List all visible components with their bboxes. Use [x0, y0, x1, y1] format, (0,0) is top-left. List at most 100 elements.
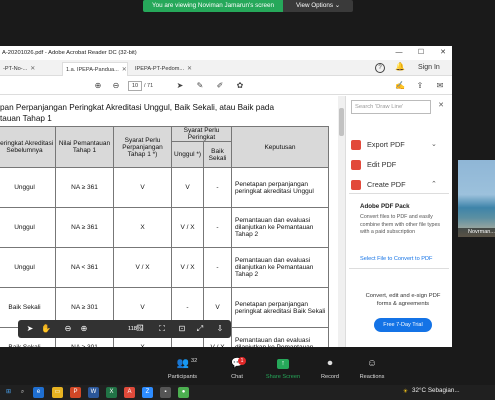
close-window-button[interactable]: ✕ — [436, 46, 450, 60]
close-pane-icon[interactable]: ✕ — [436, 101, 446, 111]
close-tab-icon[interactable]: ✕ — [187, 66, 192, 72]
cell-keputusan: Pemantauan dan evaluasi dilanjutkan ke P… — [231, 327, 329, 347]
participants-button[interactable]: 👥 Participants — [160, 352, 205, 382]
floating-toolbar: ➤ ✋ ⊖ ⊕ 118% ❐ ⛶ ⊡ ⤢ ⇩ — [18, 320, 231, 338]
table-row: Unggul NA ≥ 361 X V / X - Pemantauan dan… — [0, 207, 329, 248]
hand-icon[interactable]: ✋ — [40, 323, 52, 335]
viewing-screen-indicator: You are viewing Noviman Jamarun's screen — [143, 0, 283, 12]
cell-baik-sekali: - — [203, 247, 232, 288]
share-icon[interactable]: ⇪ — [414, 80, 426, 92]
windows-start-icon[interactable]: ⊞ — [3, 387, 14, 398]
page-fit-icon[interactable]: ❐ — [134, 323, 146, 335]
pen-icon[interactable]: ✎ — [194, 80, 206, 92]
sign-icon[interactable]: ✍ — [394, 80, 406, 92]
close-tab-icon[interactable]: ✕ — [30, 66, 35, 72]
page-total: / 71 — [144, 83, 154, 89]
document-heading-line-2: tauan Tahap 1 — [0, 114, 52, 123]
weather-icon: ☀ — [402, 389, 409, 395]
table-row: Unggul NA ≥ 361 V V - Penetapan perpanja… — [0, 167, 329, 208]
reactions-button[interactable]: ☺ Reactions — [354, 352, 390, 382]
chat-button[interactable]: 💬 Chat — [220, 352, 254, 382]
file-explorer-icon[interactable]: ▭ — [52, 387, 63, 398]
page-number-input[interactable]: 10 — [128, 81, 142, 91]
app-icon[interactable]: ▪ — [160, 387, 171, 398]
chevron-down-icon[interactable]: ⌄ — [431, 139, 437, 151]
record-button[interactable]: ⏺ Record — [313, 352, 347, 382]
sign-in-link[interactable]: Sign In — [418, 62, 440, 74]
full-screen-icon[interactable]: ⤢ — [194, 323, 206, 335]
zoom-in-icon[interactable]: ⊕ — [78, 323, 90, 335]
search-tools-input[interactable]: Search 'Draw Line' — [351, 100, 431, 114]
header-keputusan: Keputusan — [231, 126, 329, 168]
excel-icon[interactable]: X — [106, 387, 117, 398]
cell-keputusan: Penetapan perpanjangan peringkat akredit… — [231, 287, 329, 328]
email-icon[interactable]: ✉ — [434, 80, 446, 92]
close-tab-icon[interactable]: ✕ — [122, 67, 127, 73]
minimize-button[interactable]: — — [392, 46, 406, 60]
export-pdf-icon — [351, 140, 361, 150]
tool-edit-pdf[interactable]: Edit PDF — [349, 156, 449, 174]
divider — [349, 268, 449, 269]
tab-bar: -PT-No-... ✕ 1.a. IPEPA-Pandua... ✕ IPEPA-… — [0, 60, 452, 76]
edit-pdf-icon — [351, 160, 361, 170]
tool-label: Edit PDF — [367, 160, 397, 169]
participants-label: Participants — [167, 374, 198, 380]
header-unggul: Unggul *) — [171, 141, 204, 168]
scroll-down-icon[interactable]: ⊖ — [110, 80, 122, 92]
tab-document-2[interactable]: 1.a. IPEPA-Pandua... ✕ — [62, 62, 128, 76]
tools-pane: Search 'Draw Line' ✕ Export PDF ⌄ Edit P… — [345, 96, 452, 347]
weather-status[interactable]: 32°C Sebagian... — [412, 387, 460, 394]
stamp-icon[interactable]: ✿ — [234, 80, 246, 92]
cell-peringkat: Unggul — [0, 167, 56, 208]
participant-video[interactable] — [458, 160, 495, 237]
maximize-button[interactable]: ☐ — [414, 46, 428, 60]
bell-icon[interactable]: 🔔 — [395, 62, 405, 73]
cell-syarat: X — [113, 207, 172, 248]
tool-create-pdf[interactable]: Create PDF ⌃ — [349, 176, 449, 194]
document-view[interactable]: pan Perpanjangan Peringkat Akreditasi Un… — [0, 96, 345, 347]
participants-count: 32 — [191, 358, 198, 364]
edge-icon[interactable]: e — [33, 387, 44, 398]
zoom-out-icon[interactable]: ⊖ — [62, 323, 74, 335]
title-bar: A-20201026.pdf - Adobe Acrobat Reader DC… — [0, 46, 452, 60]
participants-icon: 👥 — [176, 358, 189, 369]
cell-baik-sekali: - — [203, 167, 232, 208]
cell-keputusan: Pemantauan dan evaluasi dilanjutkan ke P… — [231, 247, 329, 288]
search-icon[interactable]: ⌕ — [17, 387, 28, 398]
reactions-icon: ☺ — [366, 358, 378, 369]
cursor-icon[interactable]: ➤ — [174, 80, 186, 92]
tool-export-pdf[interactable]: Export PDF ⌄ — [349, 136, 449, 154]
marquee-zoom-icon[interactable]: ⛶ — [156, 323, 168, 335]
divider — [349, 193, 449, 194]
promo-text: Convert, edit and e-sign PDF forms & agr… — [365, 293, 441, 307]
pdf-pack-title: Adobe PDF Pack — [360, 203, 410, 210]
view-options-button[interactable]: View Options ⌄ — [283, 0, 353, 12]
powerpoint-icon[interactable]: P — [70, 387, 81, 398]
cell-nilai: NA < 361 — [55, 247, 114, 288]
akreditasi-table: Peringkat Akreditasi Sebelumnya Nilai Pe… — [0, 126, 329, 347]
scrollbar-thumb[interactable] — [339, 108, 344, 136]
select-file-link[interactable]: Select File to Convert to PDF — [360, 256, 432, 262]
tab-document-3[interactable]: IPEPA-PT-Pedom... ✕ — [132, 62, 198, 76]
word-icon[interactable]: W — [88, 387, 99, 398]
acrobat-icon[interactable]: A — [124, 387, 135, 398]
free-trial-button[interactable]: Free 7-Day Trial — [374, 318, 432, 332]
chrome-icon[interactable]: ● — [178, 387, 189, 398]
chevron-up-icon[interactable]: ⌃ — [431, 179, 437, 191]
header-peringkat: Peringkat Akreditasi Sebelumnya — [0, 126, 56, 168]
fit-width-icon[interactable]: ⊡ — [176, 323, 188, 335]
help-icon[interactable]: ? — [375, 63, 385, 73]
highlight-icon[interactable]: ✐ — [214, 80, 226, 92]
scroll-up-icon[interactable]: ⊕ — [92, 80, 104, 92]
tab-document-1[interactable]: -PT-No-... ✕ — [0, 62, 58, 76]
tab-label: IPEPA-PT-Pedom... — [135, 66, 185, 72]
share-screen-button[interactable]: Share Screen — [262, 352, 304, 382]
chat-label: Chat — [231, 374, 243, 380]
participant-name: Novrman... — [458, 228, 495, 237]
select-cursor-icon[interactable]: ➤ — [24, 323, 36, 335]
tab-label: 1.a. IPEPA-Pandua... — [66, 67, 119, 73]
download-icon[interactable]: ⇩ — [214, 323, 226, 335]
cell-unggul: V / X — [171, 247, 204, 288]
zoom-app-icon[interactable]: Z — [142, 387, 153, 398]
header-baik-sekali: Baik Sekali — [203, 141, 232, 168]
